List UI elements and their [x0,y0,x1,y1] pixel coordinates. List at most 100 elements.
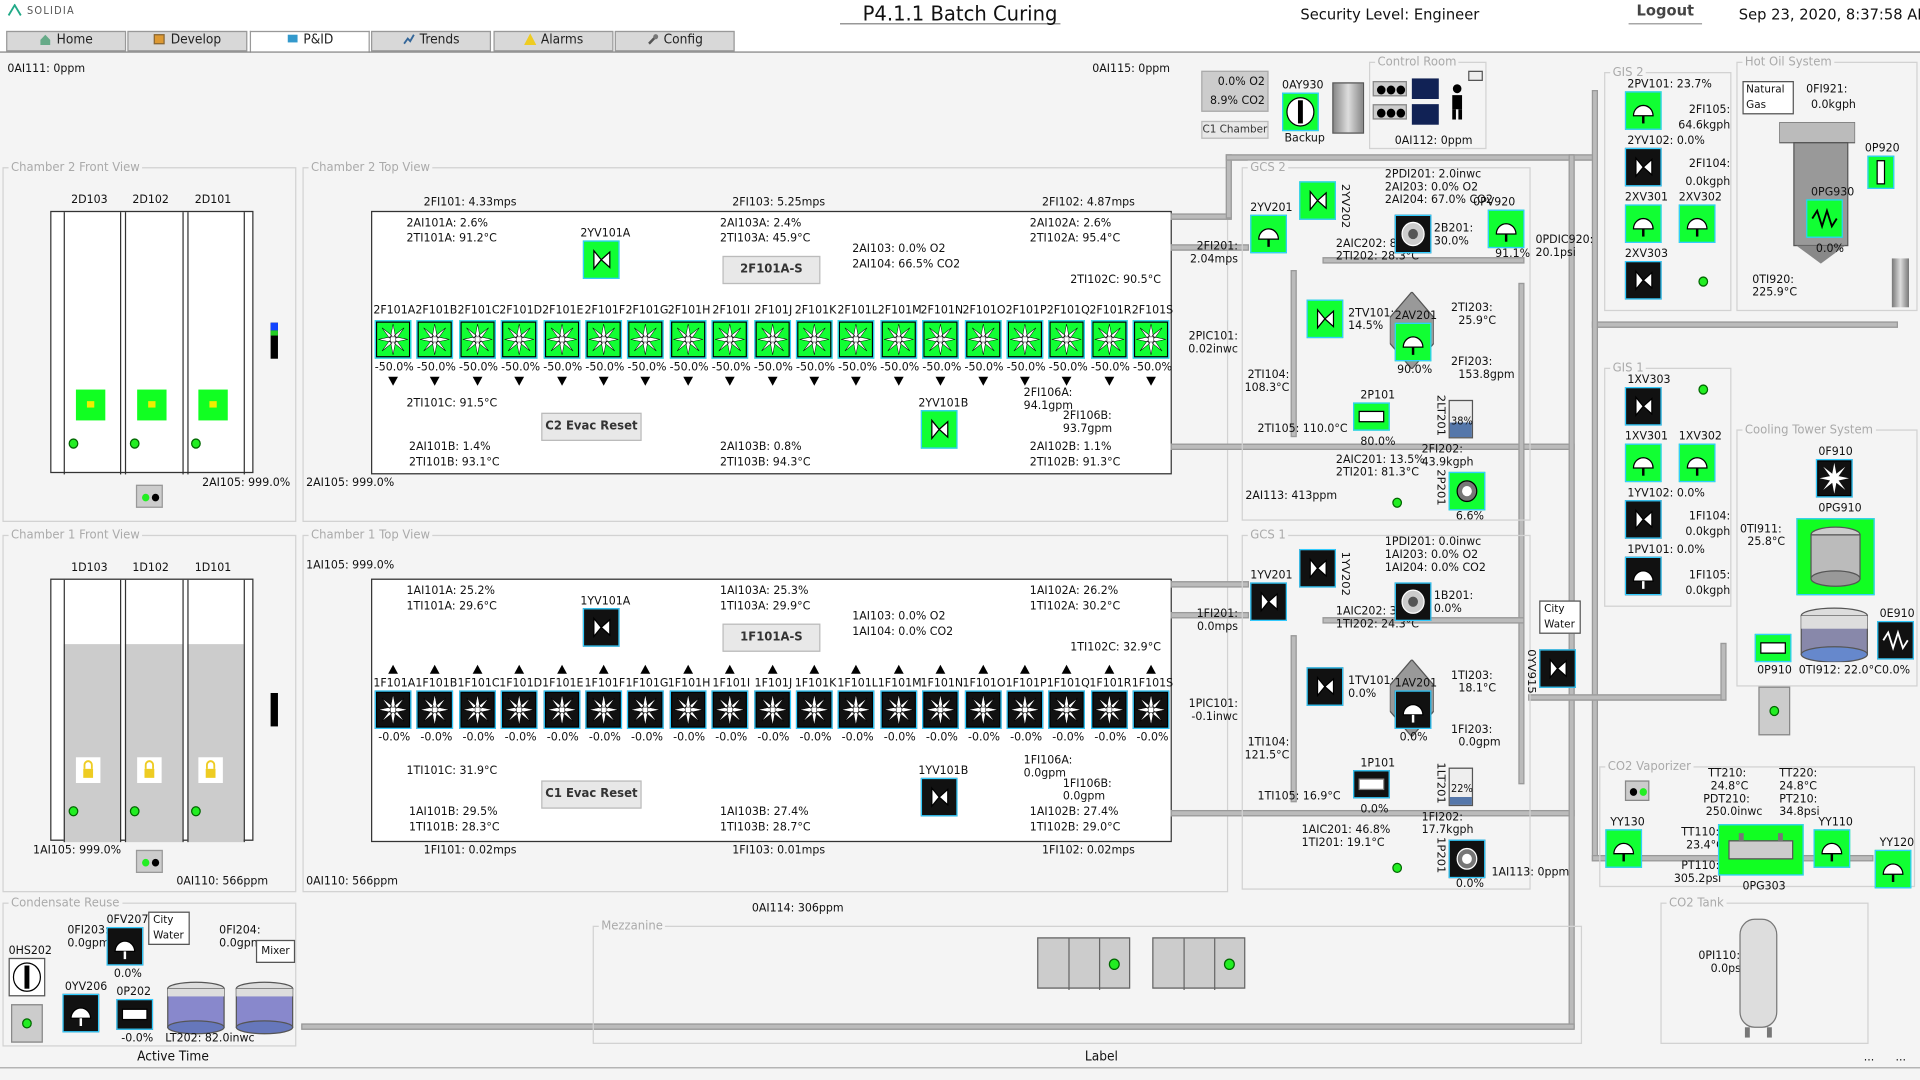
fan-icon[interactable] [711,690,749,729]
fan-icon[interactable] [501,690,538,729]
fan-icon[interactable] [543,320,580,359]
tab-develop[interactable]: Develop [127,30,248,52]
1av201-valve[interactable] [1394,690,1432,729]
yy110-valve[interactable] [1813,829,1851,868]
tab-trends[interactable]: Trends [371,30,492,52]
2f101as-button[interactable]: 2F101A-S [722,255,821,285]
fan-icon[interactable] [964,690,1002,729]
fan-icon[interactable] [1090,320,1128,359]
1f101as-button[interactable]: 1F101A-S [722,623,821,652]
2xv303-valve[interactable] [1624,260,1662,300]
2p201-pump[interactable] [1448,471,1486,511]
logout-button[interactable]: Logout [1628,1,1703,25]
fan-icon[interactable] [880,690,917,729]
2yv101b-valve[interactable] [920,410,958,449]
fan-icon[interactable] [1090,690,1128,729]
1pv101-valve[interactable] [1624,556,1662,596]
fan-icon[interactable] [795,320,833,359]
1yv201-valve[interactable] [1250,582,1287,621]
2av201-valve[interactable] [1394,322,1432,362]
1yv101a-valve[interactable] [582,608,620,647]
fan-icon[interactable] [374,320,412,359]
fan-icon[interactable] [501,320,538,359]
fan-icon[interactable] [922,320,960,359]
1b201-blower[interactable] [1394,582,1432,621]
0pg910-tower[interactable] [1796,518,1875,596]
1yv102-valve[interactable] [1624,500,1662,539]
0yv915-valve[interactable] [1539,649,1576,688]
tab-config[interactable]: Config [614,30,735,52]
0yv206-valve[interactable] [62,993,100,1033]
more-dots[interactable]: ... [1896,1052,1907,1065]
2tv101-valve[interactable] [1306,299,1344,339]
fan-icon[interactable] [627,320,665,359]
fan-icon[interactable] [880,320,917,359]
fan-icon[interactable] [627,690,665,729]
1yv202-valve[interactable] [1299,548,1336,588]
2yv201-valve[interactable] [1250,214,1287,254]
fan-icon[interactable] [374,690,412,729]
1p101-pump[interactable] [1353,770,1390,799]
fan-icon[interactable] [669,320,707,359]
1xv301-valve[interactable] [1624,443,1662,483]
2yv102-valve[interactable] [1624,147,1662,187]
c2-evac-reset-button[interactable]: C2 Evac Reset [541,412,642,441]
fan-icon[interactable] [964,320,1002,359]
switch-box[interactable] [1758,686,1791,736]
2p101-pump[interactable] [1353,402,1390,431]
fan-icon[interactable] [838,690,875,729]
0p202-pump[interactable] [116,998,154,1030]
fan-icon[interactable] [753,690,791,729]
tab-pid[interactable]: P&ID [249,30,370,53]
fan-icon[interactable] [543,690,580,729]
fan-icon[interactable] [1048,690,1086,729]
2yv202-valve[interactable] [1299,181,1336,220]
fan-icon[interactable] [1006,690,1044,729]
fan-icon[interactable] [1132,320,1170,359]
tab-home[interactable]: Home [6,30,127,52]
fan-icon[interactable] [753,320,791,359]
2pv101-valve[interactable] [1624,91,1662,130]
fan-icon[interactable] [922,690,960,729]
fan-icon[interactable] [1048,320,1086,359]
fan-icon[interactable] [838,320,875,359]
1xv303-valve[interactable] [1624,386,1662,426]
fan-icon[interactable] [458,690,496,729]
c1-evac-reset-button[interactable]: C1 Evac Reset [541,780,642,809]
fan-icon[interactable] [711,320,749,359]
fan-icon[interactable] [416,320,454,359]
fan-icon[interactable] [1132,690,1170,729]
fan-icon[interactable] [585,320,623,359]
tab-alarms[interactable]: Alarms [493,30,614,52]
2b201-blower[interactable] [1394,214,1432,254]
0f910-fan[interactable] [1815,458,1853,498]
fan-icon[interactable] [1006,320,1044,359]
2xv302-valve[interactable] [1678,204,1716,243]
pipe [1591,89,1598,862]
fan-icon[interactable] [795,690,833,729]
0pg303-vaporizer[interactable] [1717,824,1804,876]
fan-icon[interactable] [585,690,623,729]
1xv302-valve[interactable] [1678,443,1716,483]
0p910-pump[interactable] [1754,633,1792,663]
0hs202-switch[interactable] [8,957,46,997]
more-dots[interactable]: ... [1864,1052,1875,1065]
1yv101b-valve[interactable] [920,777,958,817]
0fv207-valve[interactable] [106,926,144,966]
1tv101-valve[interactable] [1306,667,1344,706]
fan-icon[interactable] [458,320,496,359]
switch-box[interactable] [11,1004,43,1043]
2xv301-valve[interactable] [1624,204,1662,243]
1p201-pump[interactable] [1448,839,1486,879]
c1-chamber-button[interactable]: C1 Chamber [1201,120,1269,139]
fan-icon[interactable] [669,690,707,729]
backup-valve[interactable] [1282,92,1319,132]
yy120-valve[interactable] [1874,849,1912,889]
0pv920-valve[interactable] [1487,209,1525,249]
0pg930-heater[interactable] [1806,199,1843,238]
yy130-valve[interactable] [1605,829,1643,868]
0e910-exchanger[interactable] [1877,620,1914,660]
0p920-pump[interactable] [1867,155,1895,189]
2yv101a-valve[interactable] [582,240,620,279]
fan-icon[interactable] [416,690,454,729]
